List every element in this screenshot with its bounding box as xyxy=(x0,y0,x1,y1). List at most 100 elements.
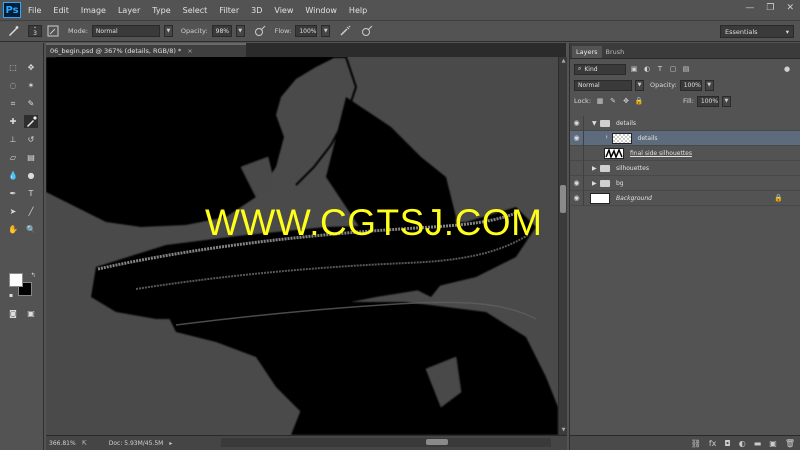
magic-wand-tool-icon[interactable]: ✶ xyxy=(24,79,38,92)
pressure-size-icon[interactable] xyxy=(360,24,374,38)
path-selection-tool-icon[interactable]: ➤ xyxy=(6,205,20,218)
filter-shape-icon[interactable]: ▢ xyxy=(668,64,678,74)
scroll-up-icon[interactable]: ▲ xyxy=(559,57,568,66)
minimize-icon[interactable]: — xyxy=(745,3,754,13)
lock-transparent-icon[interactable]: ▦ xyxy=(595,96,605,106)
foreground-color-swatch[interactable] xyxy=(9,273,23,287)
scroll-thumb[interactable] xyxy=(560,185,566,213)
filter-toggle-icon[interactable]: ● xyxy=(782,64,792,74)
blend-mode-select[interactable]: Normal xyxy=(574,79,632,91)
layer-group-silhouettes[interactable]: ▶ silhouettes xyxy=(570,160,800,176)
line-tool-icon[interactable]: ╱ xyxy=(24,205,38,218)
export-icon[interactable]: ⇱ xyxy=(82,440,87,447)
eye-icon[interactable]: ◉ xyxy=(570,130,584,146)
crop-tool-icon[interactable]: ⌗ xyxy=(6,97,20,110)
dodge-tool-icon[interactable]: ● xyxy=(24,169,38,182)
eye-icon[interactable]: ◉ xyxy=(570,115,584,131)
document-tab[interactable]: 06_begin.psd @ 367% (details, RGB/8) * × xyxy=(46,43,246,57)
document-canvas[interactable]: WWW.CGTSJ.COM xyxy=(46,57,558,435)
history-brush-tool-icon[interactable]: ↺ xyxy=(24,133,38,146)
menu-filter[interactable]: Filter xyxy=(219,6,239,15)
chevron-down-icon[interactable]: ▼ xyxy=(704,79,714,91)
brush-preset-icon[interactable] xyxy=(6,24,20,38)
lock-all-icon[interactable]: 🔒 xyxy=(634,96,644,106)
menu-image[interactable]: Image xyxy=(81,6,106,15)
menu-type[interactable]: Type xyxy=(152,6,170,15)
new-group-icon[interactable]: ▬ xyxy=(754,439,762,448)
eye-icon[interactable]: ◉ xyxy=(570,175,584,191)
opacity-input[interactable]: 98% xyxy=(211,25,232,37)
horizontal-scroll-thumb[interactable] xyxy=(426,439,448,445)
link-layers-icon[interactable]: ⛓ xyxy=(691,439,701,448)
brush-size-picker[interactable]: • 3 xyxy=(28,25,42,37)
marquee-tool-icon[interactable]: ⬚ xyxy=(6,61,20,74)
filter-adjustment-icon[interactable]: ◐ xyxy=(642,64,652,74)
chevron-down-icon[interactable]: ▼ xyxy=(721,95,731,107)
restore-icon[interactable]: ❐ xyxy=(766,3,774,13)
layer-group-bg[interactable]: ◉ ▶ bg xyxy=(570,175,800,191)
tab-layers[interactable]: Layers xyxy=(572,46,602,58)
new-layer-icon[interactable]: ▣ xyxy=(769,439,777,448)
chevron-down-icon[interactable]: ▼ xyxy=(635,79,644,91)
eraser-tool-icon[interactable]: ▱ xyxy=(6,151,20,164)
layer-details[interactable]: ◉ ⟊ details xyxy=(570,130,800,146)
move-tool-icon[interactable]: ✥ xyxy=(24,61,38,74)
menu-window[interactable]: Window xyxy=(305,6,337,15)
layer-style-icon[interactable]: fx xyxy=(709,439,717,448)
menu-help[interactable]: Help xyxy=(349,6,367,15)
workspace-switcher[interactable]: Essentials ▾ xyxy=(720,25,794,38)
zoom-tool-icon[interactable]: 🔍 xyxy=(24,223,38,236)
menu-layer[interactable]: Layer xyxy=(118,6,140,15)
close-icon[interactable]: ✕ xyxy=(786,3,794,13)
layer-final-side-silhouettes[interactable]: final side silhouettes xyxy=(570,145,800,161)
layer-group-details[interactable]: ◉ ▼ details xyxy=(570,115,800,131)
menu-file[interactable]: File xyxy=(28,6,41,15)
fill-input[interactable]: 100% xyxy=(696,95,719,107)
filter-smart-object-icon[interactable]: ▤ xyxy=(681,64,691,74)
scroll-down-icon[interactable]: ▼ xyxy=(559,426,568,435)
vertical-scrollbar[interactable]: ▲ ▼ xyxy=(558,57,567,435)
menu-edit[interactable]: Edit xyxy=(53,6,69,15)
layer-opacity-input[interactable]: 100% xyxy=(679,79,702,91)
blur-tool-icon[interactable]: 💧 xyxy=(6,169,20,182)
filter-type-icon[interactable]: T xyxy=(655,64,665,74)
eye-icon[interactable]: ◉ xyxy=(570,190,584,206)
default-colors-icon[interactable]: ▪ xyxy=(4,289,18,302)
type-tool-icon[interactable]: T xyxy=(24,187,38,200)
lock-position-icon[interactable]: ✥ xyxy=(621,96,631,106)
chevron-down-icon[interactable]: ▼ xyxy=(592,120,600,127)
trash-icon[interactable]: 🗑 xyxy=(785,439,795,448)
hand-tool-icon[interactable]: ✋ xyxy=(6,223,20,236)
eye-hidden-icon[interactable] xyxy=(570,145,584,161)
eye-hidden-icon[interactable] xyxy=(570,160,584,176)
lasso-tool-icon[interactable]: ◌ xyxy=(6,79,20,92)
layer-background[interactable]: ◉ Background 🔒 xyxy=(570,190,800,206)
gradient-tool-icon[interactable]: ▤ xyxy=(24,151,38,164)
chevron-down-icon[interactable]: ▼ xyxy=(321,25,331,37)
menu-select[interactable]: Select xyxy=(183,6,208,15)
flow-input[interactable]: 100% xyxy=(295,25,318,37)
zoom-level[interactable]: 366.81% xyxy=(49,440,76,447)
chevron-right-icon[interactable]: ▶ xyxy=(592,165,600,172)
screen-mode-icon[interactable]: ▣ xyxy=(24,307,38,320)
chevron-down-icon[interactable]: ▼ xyxy=(235,25,245,37)
tab-brush[interactable]: Brush xyxy=(602,46,629,58)
swap-colors-icon[interactable]: ↰ xyxy=(26,269,40,282)
filter-kind-select[interactable]: ⌕ Kind xyxy=(574,63,626,75)
healing-brush-tool-icon[interactable]: ✚ xyxy=(6,115,20,128)
chevron-down-icon[interactable]: ▼ xyxy=(163,25,173,37)
airbrush-icon[interactable] xyxy=(338,24,352,38)
clone-stamp-tool-icon[interactable]: ⊥ xyxy=(6,133,20,146)
pressure-opacity-icon[interactable] xyxy=(253,24,267,38)
pen-tool-icon[interactable]: ✒ xyxy=(6,187,20,200)
status-menu-icon[interactable]: ▸ xyxy=(169,440,172,447)
eyedropper-tool-icon[interactable]: ✎ xyxy=(24,97,38,110)
menu-view[interactable]: View xyxy=(274,6,293,15)
menu-3d[interactable]: 3D xyxy=(251,6,262,15)
lock-image-icon[interactable]: ✎ xyxy=(608,96,618,106)
horizontal-scrollbar[interactable] xyxy=(221,438,551,447)
brush-panel-toggle-icon[interactable] xyxy=(46,24,60,38)
filter-pixel-icon[interactable]: ▣ xyxy=(629,64,639,74)
quick-mask-icon[interactable]: ◙ xyxy=(6,307,20,320)
add-mask-icon[interactable]: ◘ xyxy=(724,439,730,448)
